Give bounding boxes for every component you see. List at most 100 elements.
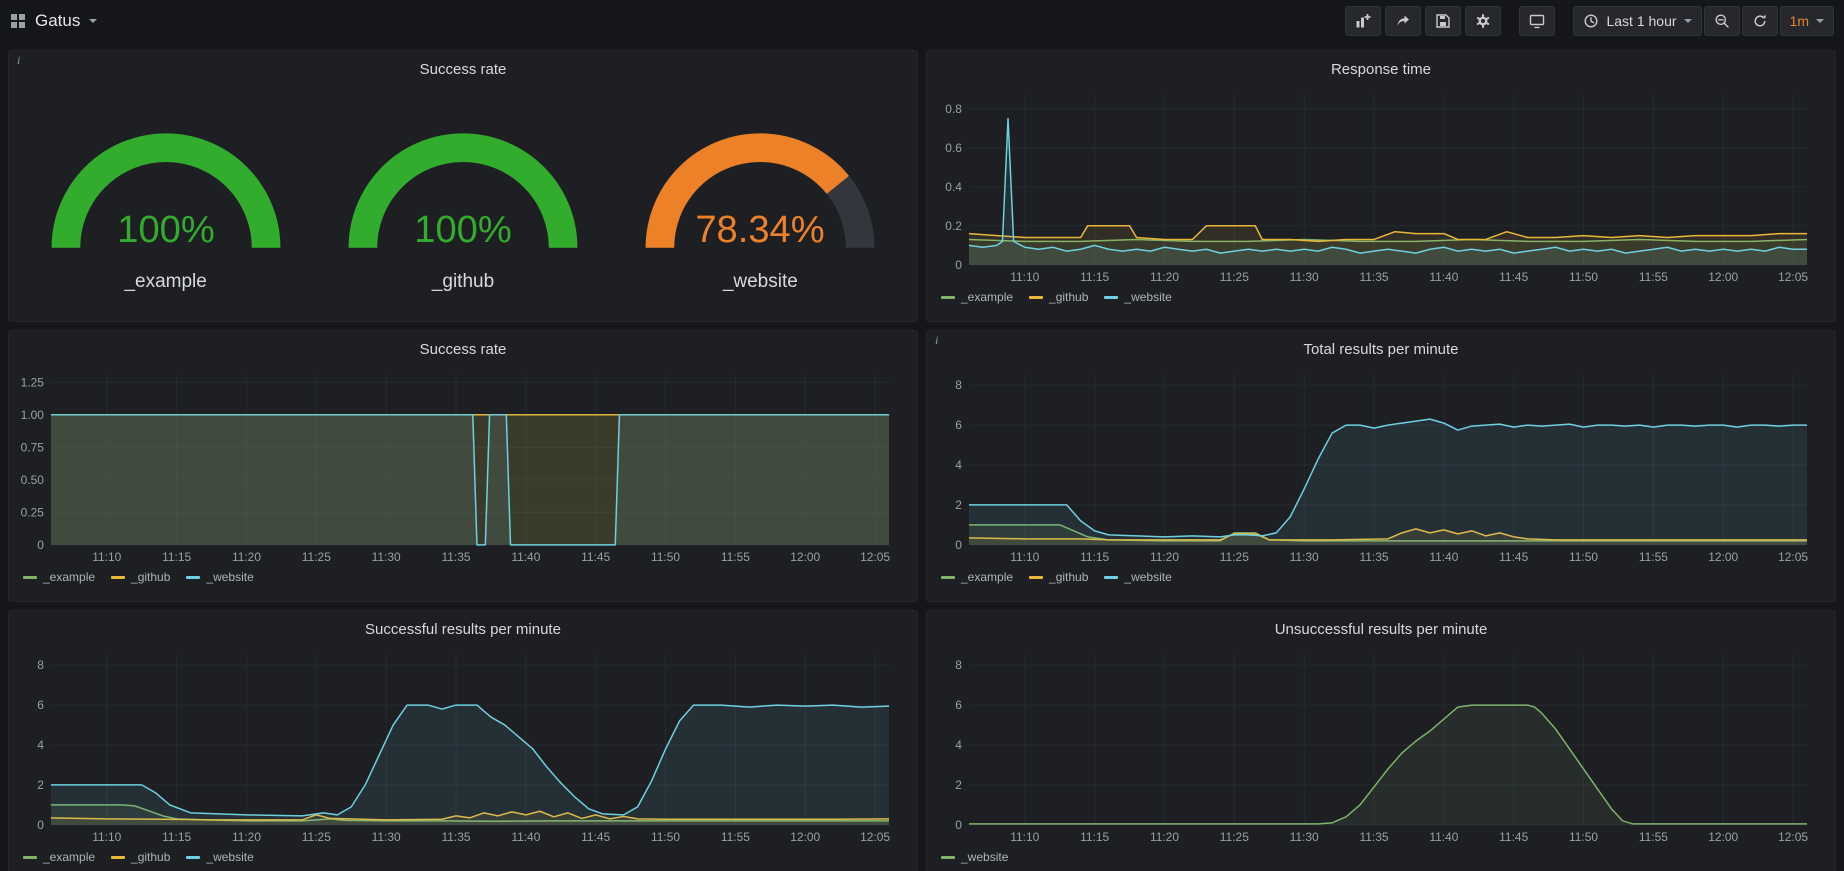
dashboard-grid-icon[interactable] (10, 13, 26, 29)
x-tick-label: 11:10 (1010, 550, 1039, 564)
x-tick-label: 11:30 (372, 550, 401, 564)
response-time-chart[interactable]: 11:1011:1511:2011:2511:3011:3511:4011:45… (935, 83, 1827, 287)
y-tick-label: 6 (955, 418, 962, 432)
dashboard-title[interactable]: Gatus (35, 11, 80, 31)
y-tick-label: 2 (955, 498, 962, 512)
x-tick-label: 11:20 (232, 830, 261, 844)
dashboard-header: Gatus (10, 11, 97, 31)
unsuccessful-results-chart[interactable]: 11:1011:1511:2011:2511:3011:3511:4011:45… (935, 643, 1827, 847)
y-tick-label: 0.50 (21, 473, 45, 487)
gauge-website[interactable]: 78.34% _website (612, 97, 908, 293)
x-tick-label: 11:25 (1220, 270, 1249, 284)
success-rate-chart[interactable]: 11:1011:1511:2011:2511:3011:3511:4011:45… (17, 363, 909, 567)
chart-legend: _example _github _website (17, 847, 909, 864)
cycle-view-button[interactable] (1519, 6, 1555, 36)
x-tick-label: 11:45 (581, 550, 610, 564)
save-button[interactable] (1425, 6, 1461, 36)
gauge-value-text: 100% (117, 208, 215, 251)
legend-swatch (1029, 296, 1043, 299)
gauge-label: _github (432, 271, 494, 293)
legend-item-_example[interactable]: _example (941, 570, 1013, 584)
caret-down-icon[interactable] (89, 19, 97, 23)
legend-item-_website[interactable]: _website (1104, 290, 1171, 304)
legend-item-_example[interactable]: _example (23, 850, 95, 864)
legend-item-_github[interactable]: _github (1029, 570, 1088, 584)
gauge-value-text: 78.34% (696, 208, 825, 251)
zoom-out-icon (1714, 13, 1730, 29)
legend-item-_example[interactable]: _example (23, 570, 95, 584)
legend-label: _github (1049, 570, 1088, 584)
x-tick-label: 11:15 (162, 830, 191, 844)
refresh-interval-button[interactable]: 1m (1780, 6, 1834, 36)
x-tick-label: 11:55 (721, 830, 750, 844)
x-tick-label: 11:30 (1290, 550, 1319, 564)
legend-swatch (941, 576, 955, 579)
total-results-chart[interactable]: 11:1011:1511:2011:2511:3011:3511:4011:45… (935, 363, 1827, 567)
y-tick-label: 0.2 (945, 219, 962, 233)
x-tick-label: 11:50 (1569, 830, 1598, 844)
panel-title[interactable]: Total results per minute (935, 337, 1827, 363)
panel-response-time: Response time 11:1011:1511:2011:2511:301… (926, 50, 1836, 322)
legend-item-_website[interactable]: _website (1104, 570, 1171, 584)
zoom-out-button[interactable] (1704, 6, 1740, 36)
legend-item-_website[interactable]: _website (941, 850, 1008, 864)
x-tick-label: 11:35 (441, 830, 470, 844)
x-tick-label: 11:40 (1429, 830, 1458, 844)
add-panel-button[interactable] (1345, 6, 1381, 36)
gauge-arc: 100% (23, 97, 309, 267)
y-tick-label: 0.4 (945, 180, 962, 194)
time-range-button[interactable]: Last 1 hour (1573, 6, 1701, 36)
panel-title[interactable]: Success rate (17, 57, 909, 83)
x-tick-label: 12:05 (1778, 830, 1808, 844)
x-tick-label: 11:15 (1080, 550, 1109, 564)
gauge-github[interactable]: 100% _github (315, 97, 611, 293)
x-tick-label: 11:50 (651, 550, 680, 564)
legend-label: _website (206, 570, 253, 584)
x-tick-label: 11:35 (1359, 550, 1388, 564)
panel-title[interactable]: Unsuccessful results per minute (935, 617, 1827, 643)
legend-item-_website[interactable]: _website (186, 850, 253, 864)
y-tick-label: 8 (37, 658, 44, 672)
legend-label: _example (43, 570, 95, 584)
x-tick-label: 11:20 (1150, 550, 1179, 564)
x-tick-label: 11:25 (1220, 550, 1249, 564)
x-tick-label: 12:00 (1708, 830, 1738, 844)
x-tick-label: 12:05 (860, 830, 890, 844)
x-tick-label: 11:20 (1150, 830, 1179, 844)
panel-title[interactable]: Successful results per minute (17, 617, 909, 643)
gauge-arc: 100% (320, 97, 606, 267)
gear-icon (1475, 13, 1491, 29)
legend-item-_github[interactable]: _github (1029, 290, 1088, 304)
y-tick-label: 0 (955, 538, 962, 552)
y-tick-label: 1.25 (21, 375, 45, 389)
settings-button[interactable] (1465, 6, 1501, 36)
refresh-icon (1752, 13, 1768, 29)
gauge-label: _example (124, 271, 206, 293)
y-tick-label: 0.75 (21, 440, 45, 454)
legend-item-_website[interactable]: _website (186, 570, 253, 584)
share-button[interactable] (1385, 6, 1421, 36)
y-tick-label: 4 (955, 738, 962, 752)
y-tick-label: 0 (37, 538, 44, 552)
x-tick-label: 11:40 (511, 550, 540, 564)
y-tick-label: 6 (955, 698, 962, 712)
legend-swatch (941, 296, 955, 299)
x-tick-label: 11:10 (1010, 270, 1039, 284)
refresh-button[interactable] (1742, 6, 1778, 36)
x-tick-label: 12:00 (790, 550, 820, 564)
x-tick-label: 11:55 (721, 550, 750, 564)
time-range-label: Last 1 hour (1606, 13, 1676, 29)
panel-title[interactable]: Success rate (17, 337, 909, 363)
successful-results-chart[interactable]: 11:1011:1511:2011:2511:3011:3511:4011:45… (17, 643, 909, 847)
legend-item-_github[interactable]: _github (111, 850, 170, 864)
legend-swatch (186, 856, 200, 859)
legend-item-_example[interactable]: _example (941, 290, 1013, 304)
clock-icon (1583, 13, 1599, 29)
info-icon[interactable]: i (12, 52, 25, 69)
gauge-example[interactable]: 100% _example (18, 97, 314, 293)
x-tick-label: 12:00 (1708, 270, 1738, 284)
legend-item-_github[interactable]: _github (111, 570, 170, 584)
info-icon[interactable]: i (930, 332, 943, 349)
navbar-actions: Last 1 hour (1345, 6, 1834, 36)
panel-title[interactable]: Response time (935, 57, 1827, 83)
